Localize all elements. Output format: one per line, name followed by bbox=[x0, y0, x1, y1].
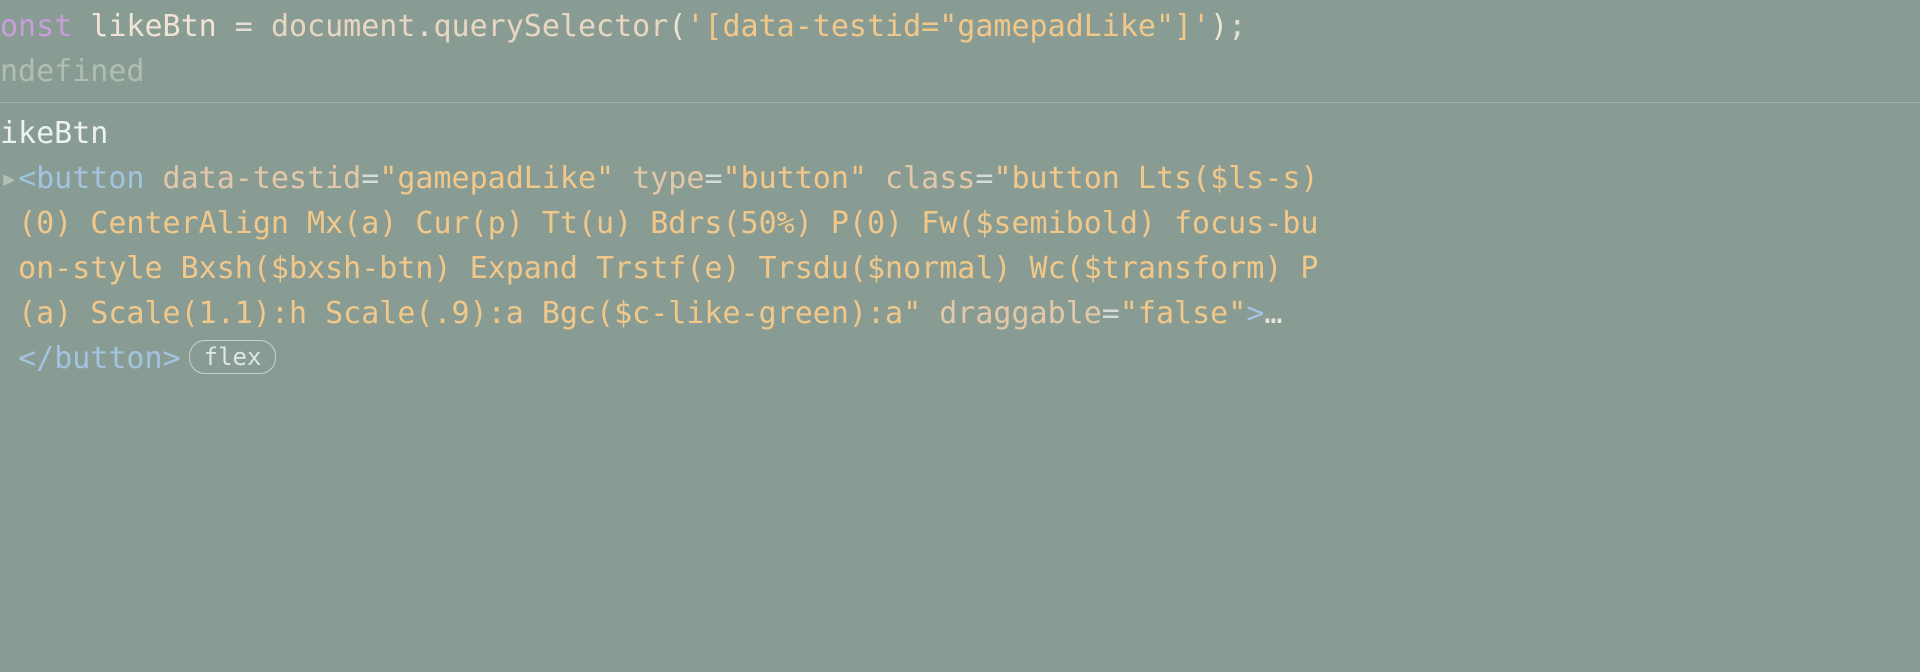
ellipsis[interactable]: … bbox=[1264, 296, 1282, 331]
keyword-const: onst bbox=[0, 9, 90, 44]
close-tag-open: </ bbox=[18, 341, 54, 376]
dot: . bbox=[415, 9, 433, 44]
class-value-part3: on-style Bxsh($bxsh-btn) Expand Trstf(e)… bbox=[18, 251, 1318, 286]
object-document: document bbox=[271, 9, 416, 44]
attr-type-val: "button" bbox=[723, 161, 868, 196]
method-queryselector: querySelector bbox=[434, 9, 669, 44]
console-output-line-1: ndefined bbox=[0, 49, 1920, 94]
equals-operator: = bbox=[217, 9, 271, 44]
class-quote-open: " bbox=[993, 161, 1011, 196]
class-quote-close: " bbox=[903, 296, 921, 331]
console-input-line-1: onst likeBtn = document.querySelector('[… bbox=[0, 4, 1920, 49]
class-value-part2: (0) CenterAlign Mx(a) Cur(p) Tt(u) Bdrs(… bbox=[18, 206, 1318, 241]
class-value-part1: button Lts($ls-s) bbox=[1012, 161, 1337, 196]
attr-class: class bbox=[867, 161, 975, 196]
attr-type: type bbox=[614, 161, 704, 196]
attr-data-testid: data-testid bbox=[145, 161, 362, 196]
output-html-line-4: (a) Scale(1.1):h Scale(.9):a Bgc($c-like… bbox=[0, 291, 1920, 336]
output-html-line-5: </button>flex bbox=[0, 336, 1920, 381]
display-flex-badge[interactable]: flex bbox=[189, 340, 277, 374]
tag-open-bracket: < bbox=[18, 161, 36, 196]
string-arg: '[data-testid="gamepadLike"]' bbox=[686, 9, 1210, 44]
attr-draggable: draggable bbox=[921, 296, 1102, 331]
attr-data-testid-val: "gamepadLike" bbox=[379, 161, 614, 196]
output-html-line-3: on-style Bxsh($bxsh-btn) Expand Trstf(e)… bbox=[0, 246, 1920, 291]
variable-name: likeBtn bbox=[90, 9, 216, 44]
input-variable: ikeBtn bbox=[0, 116, 108, 151]
tag-name-button: button bbox=[36, 161, 144, 196]
output-html-line-1: ▸<button data-testid="gamepadLike" type=… bbox=[0, 156, 1920, 201]
close-tag-name: button bbox=[54, 341, 162, 376]
undefined-result: ndefined bbox=[0, 54, 145, 89]
devtools-console[interactable]: onst likeBtn = document.querySelector('[… bbox=[0, 0, 1920, 389]
semicolon: ; bbox=[1228, 9, 1246, 44]
output-html-line-2: (0) CenterAlign Mx(a) Cur(p) Tt(u) Bdrs(… bbox=[0, 201, 1920, 246]
expand-caret-icon[interactable]: ▸ bbox=[0, 161, 18, 196]
class-value-part4: (a) Scale(1.1):h Scale(.9):a Bgc($c-like… bbox=[18, 296, 903, 331]
lparen: ( bbox=[668, 9, 686, 44]
console-input-line-2: ikeBtn bbox=[0, 111, 1920, 156]
console-entry-1: onst likeBtn = document.querySelector('[… bbox=[0, 0, 1920, 103]
close-tag-gt: > bbox=[163, 341, 181, 376]
rparen: ) bbox=[1210, 9, 1228, 44]
console-entry-2: ikeBtn ▸<button data-testid="gamepadLike… bbox=[0, 103, 1920, 389]
tag-gt: > bbox=[1246, 296, 1264, 331]
attr-draggable-val: "false" bbox=[1120, 296, 1246, 331]
